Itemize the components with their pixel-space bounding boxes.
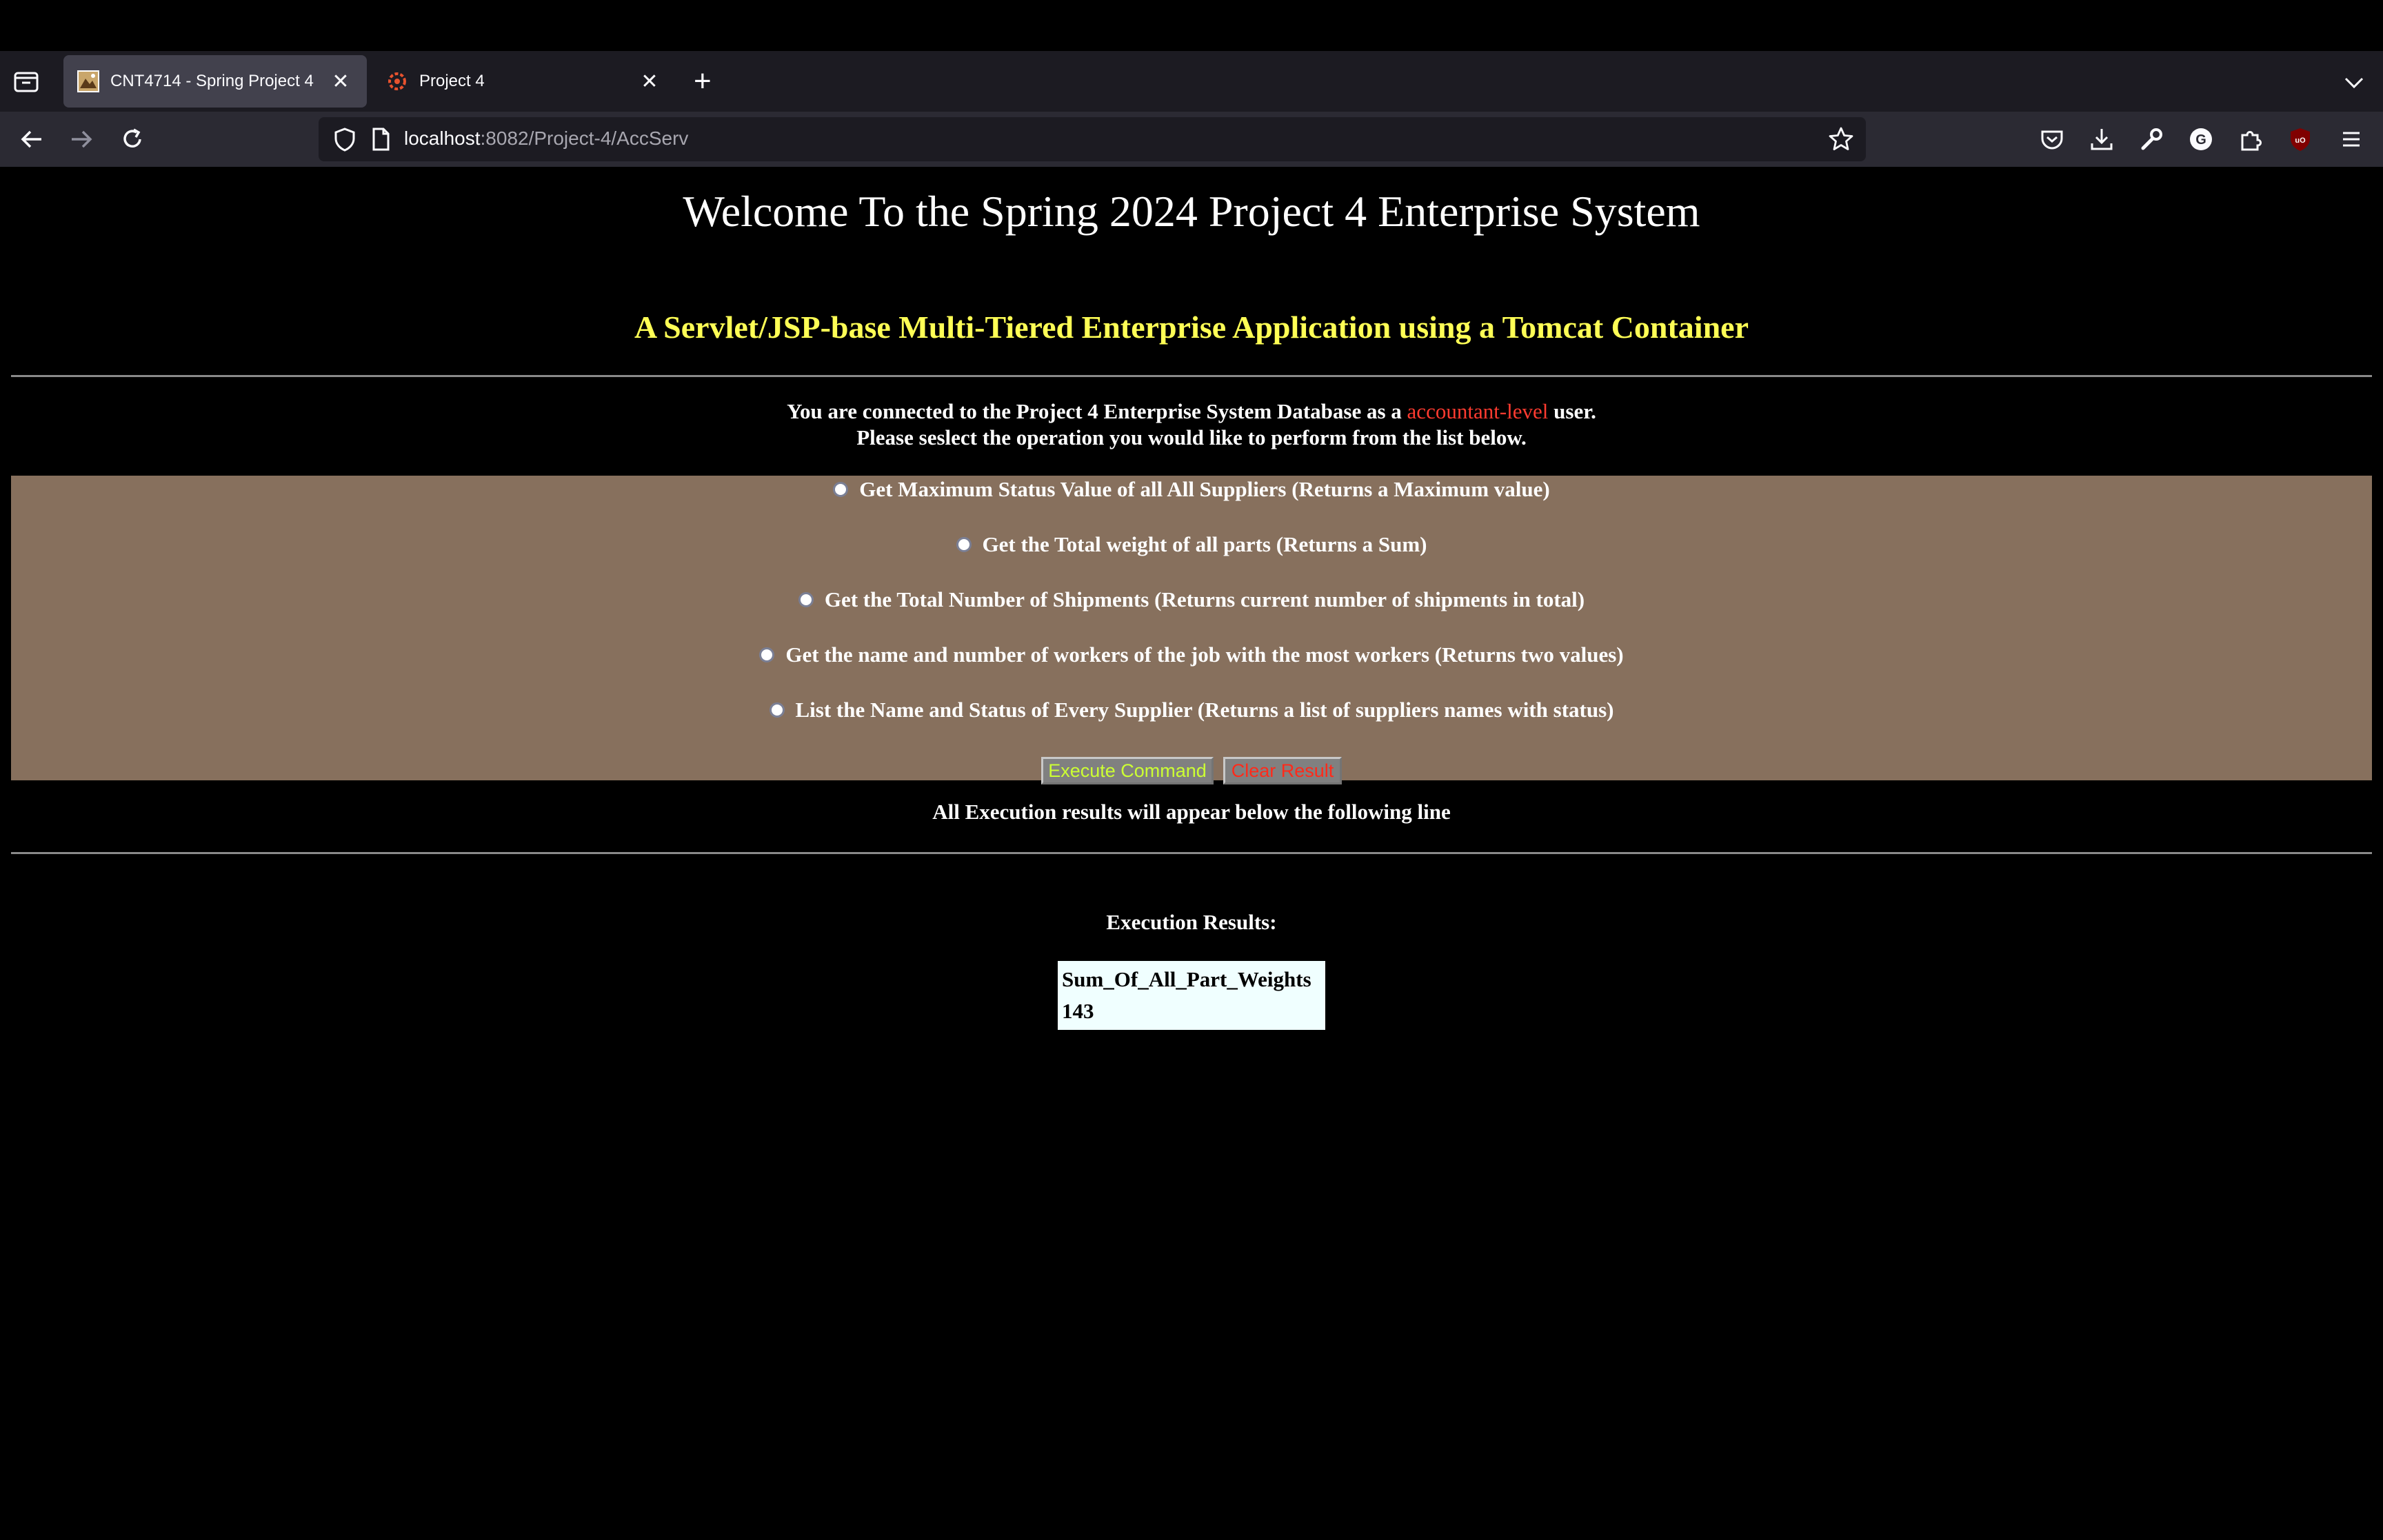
option-label: Get the name and number of workers of th… xyxy=(785,642,1624,667)
grammarly-extension-icon[interactable]: G xyxy=(2187,125,2215,153)
screen-top-band xyxy=(0,0,2383,51)
page-title: Welcome To the Spring 2024 Project 4 Ent… xyxy=(683,187,1700,236)
shield-icon[interactable] xyxy=(331,125,359,153)
radio-button[interactable] xyxy=(956,537,972,552)
option-label: Get Maximum Status Value of all All Supp… xyxy=(859,477,1550,501)
radio-button[interactable] xyxy=(769,702,785,718)
clear-result-button[interactable]: Clear Result xyxy=(1223,757,1342,784)
tab-cnt4714[interactable]: CNT4714 - Spring Project 4 ✕ xyxy=(63,55,367,108)
reload-icon[interactable] xyxy=(119,125,146,153)
navigation-toolbar: localhost:8082/Project-4/AccServ G uO xyxy=(0,112,2383,167)
radio-button[interactable] xyxy=(798,592,814,607)
connection-info: You are connected to the Project 4 Enter… xyxy=(0,398,2383,451)
page-icon[interactable] xyxy=(367,125,394,153)
execute-command-button[interactable]: Execute Command xyxy=(1041,757,1214,784)
connection-info-line1: You are connected to the Project 4 Enter… xyxy=(0,398,2383,425)
radio-button[interactable] xyxy=(833,482,849,497)
option-label: Get the Total Number of Shipments (Retur… xyxy=(824,587,1585,611)
results-table: Sum_Of_All_Part_Weights 143 xyxy=(1058,961,1325,1030)
option-max-status[interactable]: Get Maximum Status Value of all All Supp… xyxy=(11,476,2372,503)
divider-results xyxy=(11,852,2372,854)
tab-title: Project 4 xyxy=(419,72,485,90)
option-total-weight[interactable]: Get the Total weight of all parts (Retur… xyxy=(11,531,2372,558)
address-bar[interactable]: localhost:8082/Project-4/AccServ xyxy=(319,117,1866,161)
tab-project-4[interactable]: Project 4 ✕ xyxy=(372,55,676,108)
favicon-gear-icon xyxy=(388,72,406,90)
option-label: List the Name and Status of Every Suppli… xyxy=(795,698,1614,722)
user-role: accountant-level xyxy=(1407,399,1549,423)
svg-text:G: G xyxy=(2195,132,2206,148)
option-total-shipments[interactable]: Get the Total Number of Shipments (Retur… xyxy=(11,586,2372,614)
info-prefix: You are connected to the Project 4 Enter… xyxy=(787,399,1407,423)
ublock-origin-icon[interactable]: uO xyxy=(2286,125,2314,153)
option-list-suppliers[interactable]: List the Name and Status of Every Suppli… xyxy=(11,696,2372,724)
star-bookmark-icon[interactable] xyxy=(1827,125,1855,153)
hamburger-menu-icon[interactable] xyxy=(2337,125,2365,153)
results-note: All Execution results will appear below … xyxy=(932,800,1451,824)
new-tab-plus-icon[interactable]: + xyxy=(694,66,712,97)
operations-form: Get Maximum Status Value of all All Supp… xyxy=(11,476,2372,784)
tab-title: CNT4714 - Spring Project 4 xyxy=(110,72,314,90)
url-host: localhost xyxy=(404,128,481,149)
chevron-down-icon[interactable] xyxy=(2342,70,2366,95)
extensions-puzzle-icon[interactable] xyxy=(2237,125,2264,153)
url-path: :8082/Project-4/AccServ xyxy=(480,128,689,149)
option-most-workers-job[interactable]: Get the name and number of workers of th… xyxy=(11,641,2372,669)
url-text[interactable]: localhost:8082/Project-4/AccServ xyxy=(404,128,688,150)
svg-text:uO: uO xyxy=(2295,136,2306,145)
close-tab-icon[interactable]: ✕ xyxy=(328,70,353,94)
option-label: Get the Total weight of all parts (Retur… xyxy=(982,532,1427,556)
pocket-icon[interactable] xyxy=(2038,125,2066,153)
result-value: 143 xyxy=(1062,999,1094,1023)
results-title: Execution Results: xyxy=(1106,910,1277,934)
tab-list-icon[interactable] xyxy=(12,69,40,94)
favicon-image-icon xyxy=(77,70,99,92)
wrench-icon[interactable] xyxy=(2138,125,2165,153)
connection-info-line2: Please seslect the operation you would l… xyxy=(856,425,1527,449)
result-column-header: Sum_Of_All_Part_Weights xyxy=(1062,967,1311,991)
radio-button[interactable] xyxy=(759,647,775,662)
tab-strip: CNT4714 - Spring Project 4 ✕ Project 4 ✕… xyxy=(0,51,2383,112)
info-suffix: user. xyxy=(1548,399,1596,423)
back-arrow-icon[interactable] xyxy=(18,125,46,153)
forward-arrow-icon[interactable] xyxy=(68,125,95,153)
download-icon[interactable] xyxy=(2088,125,2115,153)
page-subtitle: A Servlet/JSP-base Multi-Tiered Enterpri… xyxy=(634,310,1749,345)
page-content: Welcome To the Spring 2024 Project 4 Ent… xyxy=(0,167,2383,1540)
close-tab-icon[interactable]: ✕ xyxy=(637,70,662,94)
divider-top xyxy=(11,375,2372,377)
